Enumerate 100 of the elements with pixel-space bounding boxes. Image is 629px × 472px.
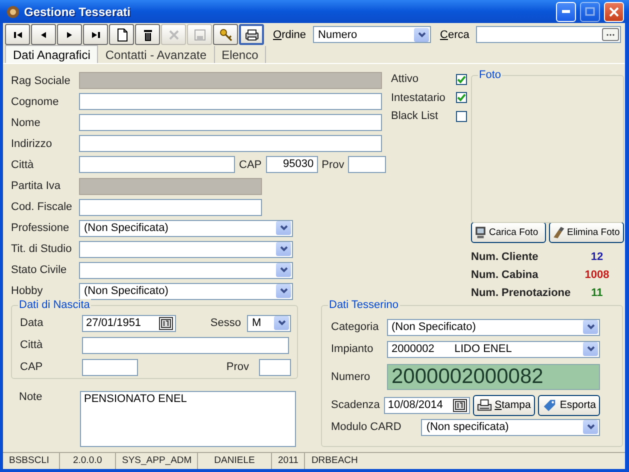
dropdown[interactable]: M bbox=[247, 314, 291, 332]
field-label: Categoria bbox=[331, 321, 380, 333]
skip-first-icon bbox=[14, 32, 22, 38]
more-icon[interactable] bbox=[602, 28, 619, 41]
text-field[interactable] bbox=[79, 93, 382, 110]
field-label: Scadenza bbox=[331, 399, 381, 411]
status-text: DRBEACH bbox=[310, 454, 359, 468]
toolbar-button[interactable] bbox=[213, 24, 238, 45]
chevron-down-icon bbox=[586, 424, 594, 430]
checkbox[interactable] bbox=[456, 110, 467, 122]
text-field[interactable] bbox=[79, 198, 262, 216]
text-field[interactable] bbox=[79, 135, 382, 152]
field-label: Hobby bbox=[11, 285, 44, 298]
field-label: Città bbox=[20, 339, 44, 351]
floppy-icon bbox=[192, 26, 208, 42]
chevron-down-icon bbox=[280, 225, 288, 232]
text-field[interactable] bbox=[79, 114, 382, 132]
print-button[interactable]: Stampa bbox=[472, 394, 535, 416]
tab[interactable]: Dati Anagrafici bbox=[5, 45, 98, 63]
text-field[interactable] bbox=[79, 156, 235, 174]
field-label: Sesso bbox=[210, 317, 241, 329]
checkbox[interactable] bbox=[456, 74, 467, 85]
dropdown[interactable]: (Non Specificato) bbox=[79, 282, 293, 300]
toolbar-button[interactable] bbox=[31, 24, 56, 45]
field-label: Cerca bbox=[440, 28, 470, 40]
toolbar-button[interactable] bbox=[239, 24, 264, 45]
field-label: Numero bbox=[331, 371, 372, 383]
field-label: Cod. Fiscale bbox=[11, 201, 74, 214]
minimize-icon bbox=[562, 10, 570, 13]
status-text: DANIELE bbox=[198, 453, 272, 469]
monitor-icon bbox=[474, 226, 487, 239]
key-icon bbox=[218, 26, 234, 42]
card-number-field[interactable]: 2000002000082 bbox=[386, 364, 600, 390]
dropdown[interactable] bbox=[79, 262, 293, 279]
field-label: Modulo CARD bbox=[331, 421, 402, 433]
dropdown[interactable]: (Non Specificata) bbox=[79, 220, 293, 237]
chevron-down-icon bbox=[418, 32, 426, 38]
field-label: Intestatario bbox=[391, 92, 446, 104]
maximize-button[interactable] bbox=[580, 2, 600, 22]
group-title: Dati di Nascita bbox=[18, 299, 91, 311]
field-label: Prov bbox=[322, 158, 344, 171]
maximize-icon bbox=[585, 7, 595, 16]
chevron-down-icon bbox=[586, 346, 594, 352]
app-icon bbox=[6, 4, 20, 18]
field-label: Impianto bbox=[331, 343, 374, 355]
field-label: CAP bbox=[239, 158, 262, 171]
field-label: Partita Iva bbox=[11, 180, 62, 192]
field-label: Rag Sociale bbox=[11, 74, 72, 87]
field-label: Professione bbox=[11, 222, 70, 234]
export-button[interactable]: Esporta bbox=[538, 394, 600, 416]
date-field[interactable]: 10/08/2014 bbox=[384, 396, 470, 414]
toolbar-button[interactable] bbox=[83, 24, 108, 45]
minimize-button[interactable] bbox=[556, 2, 576, 22]
text-field[interactable] bbox=[82, 336, 289, 354]
toolbar-button[interactable] bbox=[109, 24, 134, 45]
field-label: Attivo bbox=[391, 73, 419, 86]
counter-value: 11 bbox=[590, 287, 604, 299]
toolbar-button[interactable] bbox=[135, 24, 160, 45]
calendar-icon[interactable] bbox=[452, 398, 467, 412]
field-label: Black List bbox=[391, 110, 438, 122]
dropdown[interactable]: 2000002 LIDO ENEL bbox=[386, 340, 600, 358]
text-area[interactable]: PENSIONATO ENEL bbox=[80, 391, 296, 447]
counter-value: 1008 bbox=[584, 269, 610, 281]
text-field[interactable] bbox=[348, 156, 386, 174]
date-field[interactable]: 27/01/1951 bbox=[82, 314, 176, 332]
counter-value: 12 bbox=[590, 251, 604, 263]
counter-label: Num. Cliente bbox=[471, 251, 540, 263]
calendar-icon[interactable] bbox=[159, 316, 173, 330]
close-button[interactable] bbox=[604, 2, 624, 22]
field-label: CAP bbox=[20, 361, 44, 373]
window-title: Gestione Tesserati bbox=[24, 4, 132, 18]
delete-photo-button[interactable]: Elimina Foto bbox=[549, 222, 624, 243]
checkbox[interactable] bbox=[456, 92, 467, 104]
eraser-icon bbox=[552, 226, 565, 239]
chevron-down-icon bbox=[280, 246, 288, 252]
dropdown[interactable] bbox=[79, 240, 293, 258]
search-field[interactable] bbox=[476, 26, 621, 43]
status-text: 2.0.0.0 bbox=[60, 453, 116, 469]
status-text: 2011 bbox=[272, 453, 306, 469]
dropdown[interactable]: Numero bbox=[313, 26, 432, 43]
field-label: Prov bbox=[226, 361, 249, 373]
previous-icon bbox=[41, 32, 46, 38]
counter-label: Num. Cabina bbox=[471, 269, 540, 281]
counter-label: Num. Prenotazione bbox=[471, 287, 572, 299]
printer-icon bbox=[476, 398, 492, 412]
printer-icon bbox=[244, 26, 260, 42]
dropdown[interactable]: (Non specificata) bbox=[421, 418, 600, 436]
text-field[interactable] bbox=[82, 358, 138, 376]
status-text: SYS_APP_ADM bbox=[116, 453, 198, 469]
status-text: BSBSCLI bbox=[3, 453, 60, 469]
text-field[interactable] bbox=[259, 358, 291, 376]
upload-photo-button[interactable]: Carica Foto bbox=[471, 222, 546, 243]
dropdown[interactable]: (Non Specificato) bbox=[386, 318, 600, 336]
text-field[interactable]: 95030 bbox=[266, 156, 318, 174]
toolbar-button[interactable] bbox=[57, 24, 82, 45]
close-icon bbox=[609, 6, 619, 16]
field-label: Tit. di Studio bbox=[11, 243, 73, 256]
chevron-down-icon bbox=[278, 320, 286, 326]
toolbar-button[interactable] bbox=[5, 24, 30, 45]
field-label: Città bbox=[11, 158, 35, 171]
